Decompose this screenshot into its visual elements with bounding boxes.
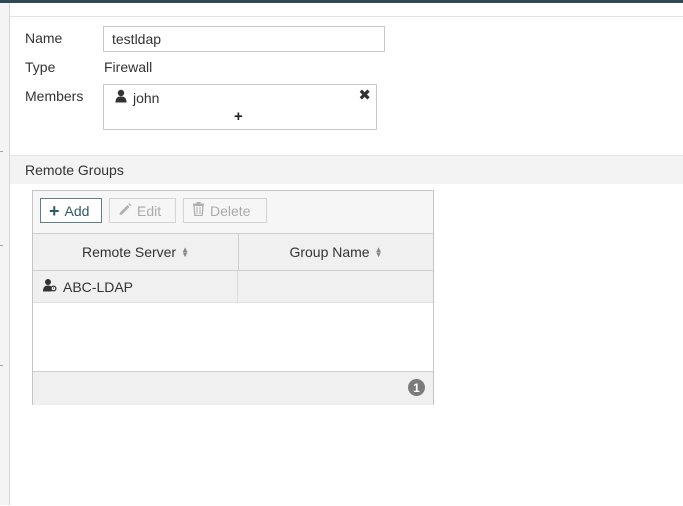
sort-icon: ▲ ▼ xyxy=(181,245,190,259)
remote-groups-header: Remote Groups xyxy=(10,155,683,184)
remote-server-cell: ABC-LDAP xyxy=(33,271,238,302)
edit-button[interactable]: Edit xyxy=(109,198,176,223)
delete-button[interactable]: Delete xyxy=(183,198,267,223)
plus-icon: + xyxy=(49,200,60,221)
edit-button-label: Edit xyxy=(137,202,162,219)
members-label: Members xyxy=(25,88,84,104)
remote-server-value: ABC-LDAP xyxy=(63,278,134,295)
add-member-button[interactable]: + xyxy=(234,109,243,125)
remote-groups-table: + Add Edit Delete Remote Server ▲ ▼ Grou… xyxy=(32,190,434,405)
sort-icon: ▲ ▼ xyxy=(374,245,383,259)
name-label: Name xyxy=(25,30,63,46)
member-name: john xyxy=(133,89,160,106)
remote-groups-toolbar: + Add Edit Delete xyxy=(33,191,433,233)
pencil-icon xyxy=(118,202,132,219)
type-value: Firewall xyxy=(104,59,153,75)
name-input[interactable] xyxy=(103,26,385,52)
left-strip-tick xyxy=(0,245,3,246)
left-strip-tick xyxy=(0,151,3,152)
column-header-label: Remote Server xyxy=(81,244,177,260)
ldap-user-icon xyxy=(43,278,57,295)
edit-group-panel: Name Type Firewall Members john ✖ + Remo… xyxy=(10,16,683,506)
add-button-label: Add xyxy=(64,202,90,219)
member-chip: john xyxy=(115,89,159,106)
remote-groups-title: Remote Groups xyxy=(25,162,124,178)
remove-member-icon[interactable]: ✖ xyxy=(358,87,371,105)
table-footer: 1 xyxy=(33,371,433,405)
user-icon xyxy=(115,89,127,106)
left-strip-tick xyxy=(0,365,3,366)
column-header-group-name[interactable]: Group Name ▲ ▼ xyxy=(239,234,433,270)
table-row[interactable]: ABC-LDAP xyxy=(33,271,433,303)
group-name-cell xyxy=(239,271,433,302)
row-count-badge: 1 xyxy=(408,379,425,396)
trash-icon xyxy=(192,202,205,219)
delete-button-label: Delete xyxy=(210,202,251,219)
column-header-label: Group Name xyxy=(289,244,370,260)
top-bar xyxy=(0,0,683,3)
left-strip xyxy=(0,3,10,505)
column-header-remote-server[interactable]: Remote Server ▲ ▼ xyxy=(33,234,239,270)
add-button[interactable]: + Add xyxy=(40,198,102,223)
table-header: Remote Server ▲ ▼ Group Name ▲ ▼ xyxy=(33,233,433,271)
members-field[interactable]: john ✖ + xyxy=(103,84,377,130)
type-label: Type xyxy=(25,59,56,75)
